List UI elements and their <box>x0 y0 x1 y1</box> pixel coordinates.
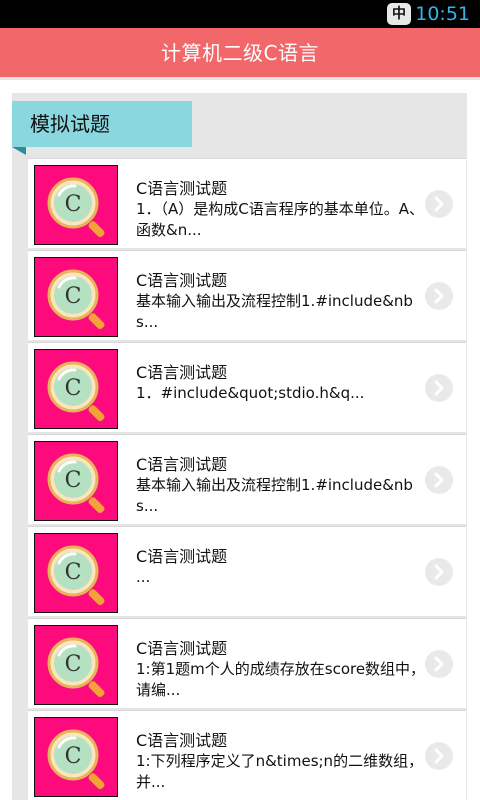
magnifier-c-icon: C <box>34 533 118 613</box>
thumb-letter: C <box>65 652 82 677</box>
magnifier-c-icon: C <box>34 165 118 245</box>
list-item[interactable]: C C语言测试题 1:下列程序定义了n&times;n的二维数组，并... <box>28 710 466 800</box>
list-item[interactable]: C C语言测试题 基本输入输出及流程控制1.#include&nbs... <box>28 250 466 340</box>
thumb-letter: C <box>65 560 82 585</box>
item-title: C语言测试题 <box>136 547 228 566</box>
chevron-right-icon[interactable] <box>425 742 453 770</box>
item-title: C语言测试题 <box>136 363 228 382</box>
thumb-letter: C <box>65 468 82 493</box>
list-item[interactable]: C C语言测试题 1:第1题m个人的成绩存放在score数组中，请编... <box>28 618 466 708</box>
item-description: 1:下列程序定义了n&times;n的二维数组，并... <box>136 752 424 791</box>
thumb-letter: C <box>65 192 82 217</box>
thumb-letter: C <box>65 744 82 769</box>
list-item[interactable]: C C语言测试题 ... <box>28 526 466 616</box>
list-item[interactable]: C C语言测试题 基本输入输出及流程控制1.#include&nbs... <box>28 434 466 524</box>
magnifier-c-icon: C <box>34 257 118 337</box>
item-title: C语言测试题 <box>136 731 228 750</box>
chevron-right-icon[interactable] <box>425 374 453 402</box>
app-title: 计算机二级C语言 <box>161 41 319 65</box>
status-clock: 10:51 <box>415 3 470 25</box>
item-description: 基本输入输出及流程控制1.#include&nbs... <box>136 292 413 331</box>
section-tab: 模拟试题 <box>12 101 192 155</box>
item-title: C语言测试题 <box>136 639 228 658</box>
chevron-right-icon[interactable] <box>425 650 453 678</box>
magnifier-c-icon: C <box>34 717 118 797</box>
chevron-right-icon[interactable] <box>425 282 453 310</box>
item-title: C语言测试题 <box>136 179 228 198</box>
item-description: 1．#include&quot;stdio.h&q... <box>136 384 365 402</box>
thumb-letter: C <box>65 376 82 401</box>
item-description: ... <box>136 568 151 586</box>
item-description: 基本输入输出及流程控制1.#include&nbs... <box>136 476 413 515</box>
chevron-right-icon[interactable] <box>425 466 453 494</box>
list-item[interactable]: C C语言测试题 1．#include&quot;stdio.h&q... <box>28 342 466 432</box>
tab-fold-decoration <box>12 147 26 155</box>
magnifier-c-icon: C <box>34 625 118 705</box>
item-description: 1:第1题m个人的成绩存放在score数组中，请编... <box>136 660 426 699</box>
thumb-letter: C <box>65 284 82 309</box>
chevron-right-icon[interactable] <box>425 558 453 586</box>
app-title-bar: 计算机二级C语言 <box>0 28 480 80</box>
list-item[interactable]: C C语言测试题 1．（A）是构成C语言程序的基本单位。A、函数&n... <box>28 158 466 248</box>
item-description: 1．（A）是构成C语言程序的基本单位。A、函数&n... <box>136 200 425 239</box>
item-title: C语言测试题 <box>136 271 228 290</box>
status-bar: 中 10:51 <box>0 0 480 28</box>
input-method-icon: 中 <box>387 3 411 25</box>
magnifier-c-icon: C <box>34 441 118 521</box>
item-title: C语言测试题 <box>136 455 228 474</box>
chevron-right-icon[interactable] <box>425 190 453 218</box>
magnifier-c-icon: C <box>34 349 118 429</box>
section-title: 模拟试题 <box>30 112 110 136</box>
